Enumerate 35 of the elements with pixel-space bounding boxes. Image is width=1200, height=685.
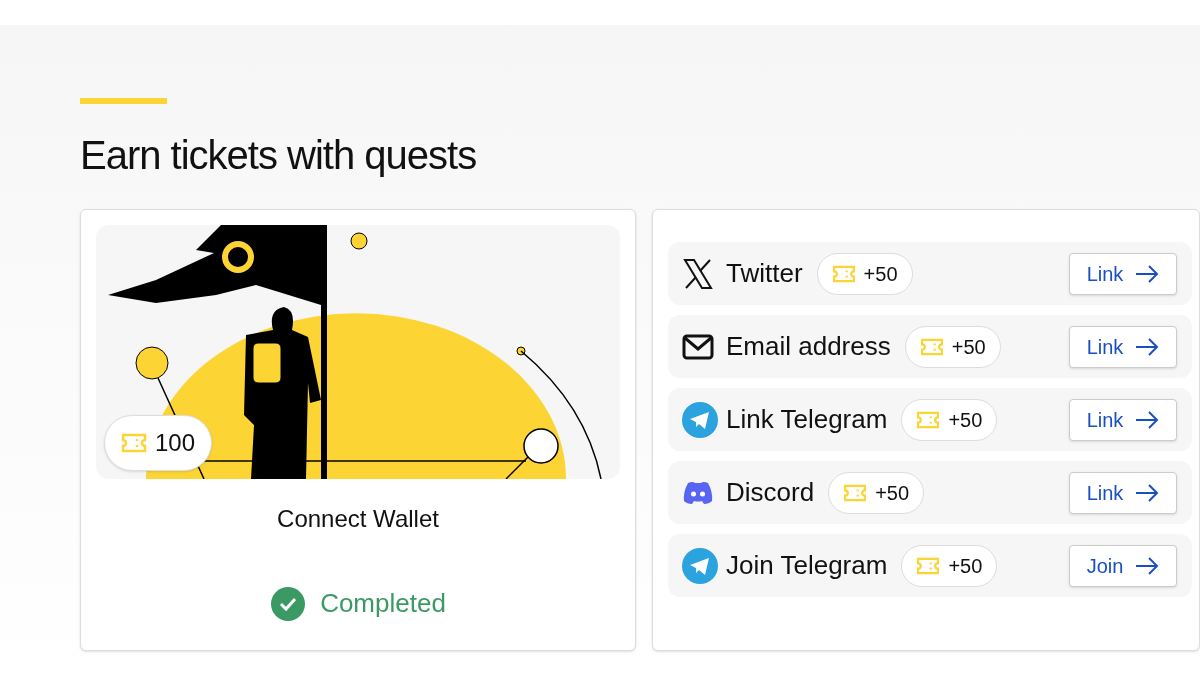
- ticket-icon: [831, 264, 856, 283]
- link-button[interactable]: Link: [1069, 471, 1177, 514]
- paper-plane-icon: [682, 547, 718, 584]
- ticket-icon: [121, 433, 147, 453]
- arrow-right-icon: [1135, 264, 1160, 283]
- section-title: Earn tickets with quests: [80, 132, 478, 179]
- link-button[interactable]: Link: [1069, 325, 1177, 368]
- ticket-count: +50: [875, 480, 910, 506]
- quest-name: Email address: [726, 330, 891, 363]
- ticket-count: +50: [948, 407, 983, 433]
- ticket-count: +50: [863, 261, 898, 287]
- ticket-icon: [916, 410, 941, 429]
- quest-name: Discord: [726, 476, 815, 509]
- game-controller-icon: [682, 479, 714, 506]
- link-button[interactable]: Join: [1069, 544, 1177, 587]
- ticket-icon: [919, 337, 944, 356]
- quest-name: Join Telegram: [726, 549, 888, 582]
- arrow-right-icon: [1135, 337, 1160, 356]
- ticket-icon: [843, 483, 868, 502]
- quest-title: Connect Wallet: [277, 504, 439, 534]
- paper-plane-icon: [682, 401, 718, 438]
- quest-name: Twitter: [726, 257, 803, 290]
- ticket-count: +50: [951, 334, 986, 360]
- x-logo-icon: [682, 257, 714, 290]
- arrow-right-icon: [1135, 556, 1160, 575]
- link-button[interactable]: Link: [1069, 252, 1177, 295]
- ticket-count: 100: [155, 428, 196, 458]
- ticket-count: +50: [948, 553, 983, 579]
- arrow-right-icon: [1135, 410, 1160, 429]
- link-button[interactable]: Link: [1069, 398, 1177, 441]
- arrow-right-icon: [1135, 483, 1160, 502]
- ticket-icon: [916, 556, 941, 575]
- quest-name: Link Telegram: [726, 403, 888, 436]
- status-text: Completed: [320, 587, 446, 620]
- envelope-icon: [682, 333, 714, 360]
